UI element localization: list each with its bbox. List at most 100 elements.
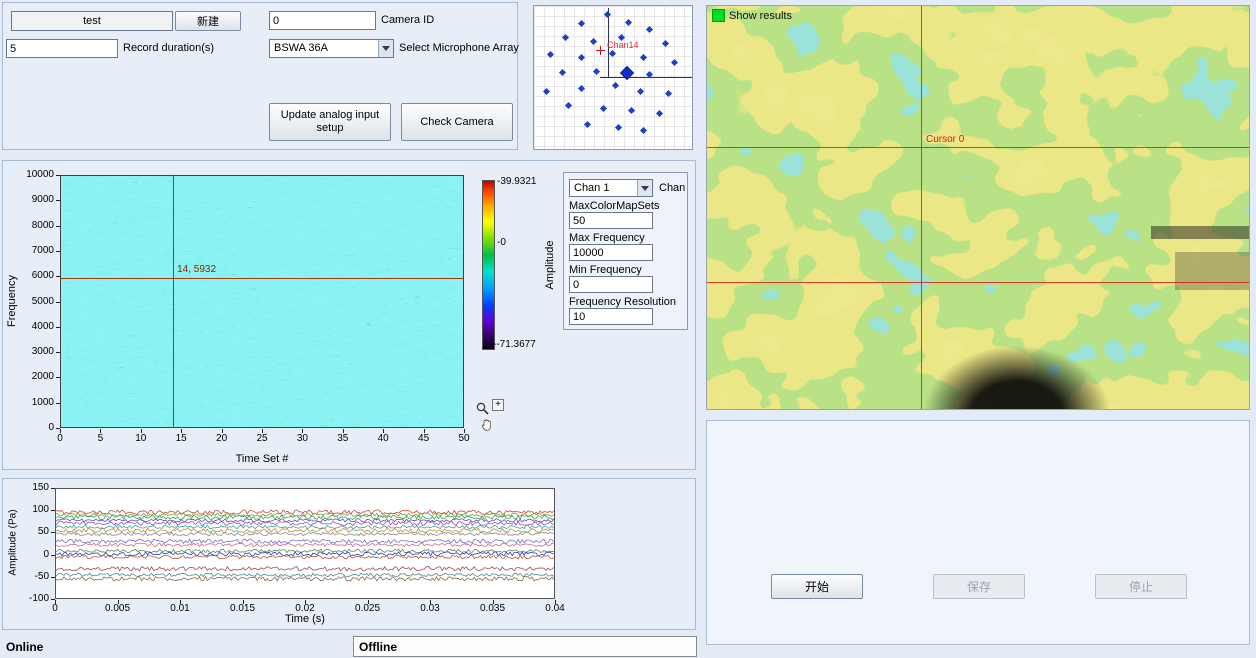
crosshair-tool-button[interactable]: +	[492, 399, 504, 411]
mic-point	[646, 26, 653, 33]
mic-point	[640, 127, 647, 134]
background-object-shadow	[1151, 226, 1249, 239]
waveform-channel-trace	[56, 525, 554, 528]
mic-array-plot[interactable]: Chan14	[534, 6, 692, 149]
camera-id-label: Camera ID	[381, 14, 434, 26]
x-axis-tick-label: 15	[166, 433, 196, 444]
y-axis-tick-label: 0	[15, 422, 54, 433]
dropdown-arrow-icon[interactable]	[378, 40, 393, 57]
y-axis-tick	[56, 175, 60, 176]
x-axis-tick-label: 45	[409, 433, 439, 444]
x-axis-tick-label: 40	[368, 433, 398, 444]
x-axis-tick	[243, 600, 244, 604]
new-button[interactable]: 新建	[175, 11, 241, 31]
analysis-field-input[interactable]	[569, 212, 653, 229]
y-axis-tick-label: 2000	[15, 371, 54, 382]
y-axis-tick	[56, 377, 60, 378]
x-axis-tick-label: 0.025	[348, 603, 388, 614]
mic-point	[604, 11, 611, 18]
spectrogram-cursor-hline[interactable]	[60, 278, 464, 279]
camera-cursor-hline[interactable]	[707, 147, 1249, 148]
show-results-indicator[interactable]	[712, 9, 725, 22]
mic-point	[640, 54, 647, 61]
x-axis-tick	[262, 429, 263, 433]
spectrogram-xlabel: Time Set #	[162, 453, 362, 465]
analysis-field-label: MaxColorMapSets	[569, 200, 659, 212]
y-axis-tick-label: 3000	[15, 346, 54, 357]
person-silhouette	[887, 296, 1147, 409]
x-axis-tick	[180, 600, 181, 604]
camera-view-panel[interactable]: Cursor 0 Show results	[706, 5, 1250, 410]
x-axis-tick-label: 0.01	[160, 603, 200, 614]
x-axis-tick	[555, 600, 556, 604]
analysis-field-label: Max Frequency	[569, 232, 645, 244]
x-axis-tick-label: 30	[287, 433, 317, 444]
acoustic-camera-app: 新建 Record duration(s) Camera ID BSWA 36A…	[0, 0, 1256, 658]
selected-mic-marker-icon	[596, 46, 605, 55]
run-controls-panel: 开始 保存 停止	[706, 420, 1250, 645]
camera-id-input[interactable]	[269, 11, 376, 30]
x-axis-tick-label: 0	[35, 603, 75, 614]
spectrogram-cursor-label: 14, 5932	[177, 264, 216, 275]
waveform-channel-trace	[56, 549, 554, 552]
waveform-traces	[56, 489, 554, 598]
waveform-channel-trace	[56, 573, 554, 576]
waveform-panel: Amplitude (Pa) Time (s) 150100500-50-100…	[2, 478, 696, 630]
x-axis-tick-label: 25	[247, 433, 277, 444]
update-analog-button[interactable]: Update analog input setup	[269, 103, 391, 141]
start-button[interactable]: 开始	[771, 574, 863, 599]
mic-point	[562, 34, 569, 41]
analysis-field-input[interactable]	[569, 244, 653, 261]
spectrogram-image	[61, 176, 463, 427]
x-axis-tick-label: 35	[328, 433, 358, 444]
x-axis-tick	[424, 429, 425, 433]
mic-point	[584, 121, 591, 128]
zoom-tool-icon[interactable]	[476, 402, 489, 415]
analysis-field-input[interactable]	[569, 276, 653, 293]
y-axis-tick	[51, 488, 55, 489]
waveform-channel-trace	[56, 543, 554, 546]
selected-mic-label: Chan14	[607, 40, 639, 50]
y-axis-tick-label: 7000	[15, 245, 54, 256]
offline-status-box: Offline	[353, 636, 697, 657]
show-results-label: Show results	[729, 10, 792, 22]
waveform-channel-trace	[56, 567, 554, 571]
stop-button[interactable]: 停止	[1095, 574, 1187, 599]
waveform-plot[interactable]	[55, 488, 555, 599]
analysis-field-input[interactable]	[569, 308, 653, 325]
analysis-field-label: Frequency Resolution	[569, 296, 676, 308]
waveform-channel-trace	[56, 510, 554, 514]
camera-cursor-vline[interactable]	[921, 6, 922, 409]
mic-array-dropdown[interactable]: BSWA 36A	[269, 39, 394, 58]
waveform-channel-trace	[56, 577, 554, 581]
mic-point	[578, 20, 585, 27]
spectrogram-cursor-vline[interactable]	[173, 175, 174, 428]
colorbar-amplitude-label: Amplitude	[544, 230, 556, 300]
mic-point	[625, 18, 632, 25]
spectrogram-plot[interactable]	[60, 175, 464, 428]
check-camera-button[interactable]: Check Camera	[401, 103, 513, 141]
colorbar	[482, 180, 495, 350]
y-axis-tick-label: 50	[13, 526, 49, 537]
x-axis-tick	[464, 429, 465, 433]
mic-point	[593, 68, 600, 75]
save-button[interactable]: 保存	[933, 574, 1025, 599]
mic-point	[578, 54, 585, 61]
mic-point	[615, 124, 622, 131]
test-name-input[interactable]	[11, 11, 173, 31]
y-axis-tick	[51, 532, 55, 533]
x-axis-tick	[222, 429, 223, 433]
waveform-channel-trace	[56, 521, 554, 525]
mic-array-preview-panel: Chan14	[533, 5, 693, 150]
y-axis-tick-label: 5000	[15, 296, 54, 307]
x-axis-tick-label: 0.02	[285, 603, 325, 614]
y-axis-tick	[51, 510, 55, 511]
x-axis-tick-label: 0.005	[98, 603, 138, 614]
record-duration-input[interactable]	[6, 39, 118, 58]
waveform-channel-trace	[56, 555, 554, 558]
mic-point	[600, 104, 607, 111]
pan-hand-tool-icon[interactable]	[480, 418, 493, 432]
mic-point	[662, 40, 669, 47]
x-axis-tick	[60, 429, 61, 433]
x-axis-tick-label: 0.03	[410, 603, 450, 614]
